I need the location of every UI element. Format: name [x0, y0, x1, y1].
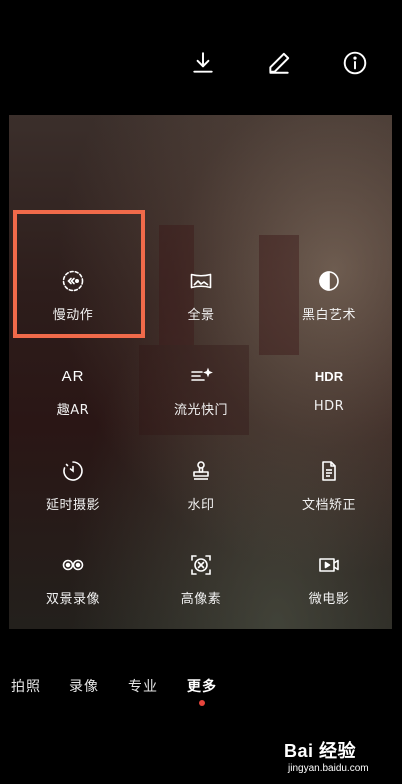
top-toolbar [0, 0, 402, 115]
mode-document[interactable]: 文档矫正 [265, 458, 393, 548]
panorama-icon [188, 268, 214, 294]
tab-more[interactable]: 更多 [187, 676, 217, 696]
mode-label: 延时摄影 [45, 498, 100, 513]
mode-hdr[interactable]: HDR HDR [265, 363, 393, 453]
mode-label: HDR [313, 399, 345, 414]
time-lapse-icon [60, 458, 86, 484]
monochrome-icon [316, 268, 342, 294]
active-tab-indicator [199, 700, 205, 706]
mode-label: 黑白艺术 [301, 308, 356, 323]
mode-label: 全景 [187, 308, 215, 323]
mode-monochrome[interactable]: 黑白艺术 [265, 268, 393, 358]
mode-high-resolution[interactable]: 高像素 [137, 552, 265, 642]
watermark-url: jingyan.baidu.com [288, 763, 369, 774]
info-icon [343, 51, 367, 75]
pencil-icon [269, 52, 290, 74]
watermark-brand: Bai 经验 [284, 741, 357, 761]
mode-micro-movie[interactable]: 微电影 [265, 552, 393, 642]
tab-video[interactable]: 录像 [69, 676, 99, 696]
mode-tabs: 拍照 录像 专业 更多 [0, 672, 402, 712]
tab-pro[interactable]: 专业 [128, 676, 158, 696]
tab-photo[interactable]: 拍照 [11, 676, 41, 696]
document-icon [316, 458, 342, 484]
high-resolution-icon [188, 552, 214, 578]
mode-light-painting[interactable]: 流光快门 [137, 363, 265, 453]
ar-icon: AR [61, 367, 85, 385]
hdr-icon: HDR [314, 368, 344, 384]
mode-ar[interactable]: AR 趣AR [9, 363, 137, 453]
download-icon [193, 52, 213, 73]
mode-label: 水印 [187, 498, 215, 513]
mode-label: 流光快门 [173, 403, 228, 418]
dual-view-icon [60, 552, 86, 578]
mode-label: 趣AR [56, 403, 90, 418]
mode-label: 微电影 [308, 592, 350, 607]
mode-dual-view[interactable]: 双景录像 [9, 552, 137, 642]
mode-panorama[interactable]: 全景 [137, 268, 265, 358]
micro-movie-icon [316, 552, 342, 578]
download-button[interactable] [188, 48, 218, 78]
mode-time-lapse[interactable]: 延时摄影 [9, 458, 137, 548]
light-painting-icon [188, 363, 214, 389]
info-button[interactable] [340, 48, 370, 78]
edit-button[interactable] [264, 48, 294, 78]
mode-label: 双景录像 [45, 592, 100, 607]
mode-label: 文档矫正 [301, 498, 356, 513]
mode-label: 高像素 [180, 592, 222, 607]
mode-watermark[interactable]: 水印 [137, 458, 265, 548]
baidu-watermark: Bai 经验 jingyan.baidu.com [284, 737, 399, 781]
highlight-box [13, 210, 145, 338]
watermark-stamp-icon [188, 458, 214, 484]
